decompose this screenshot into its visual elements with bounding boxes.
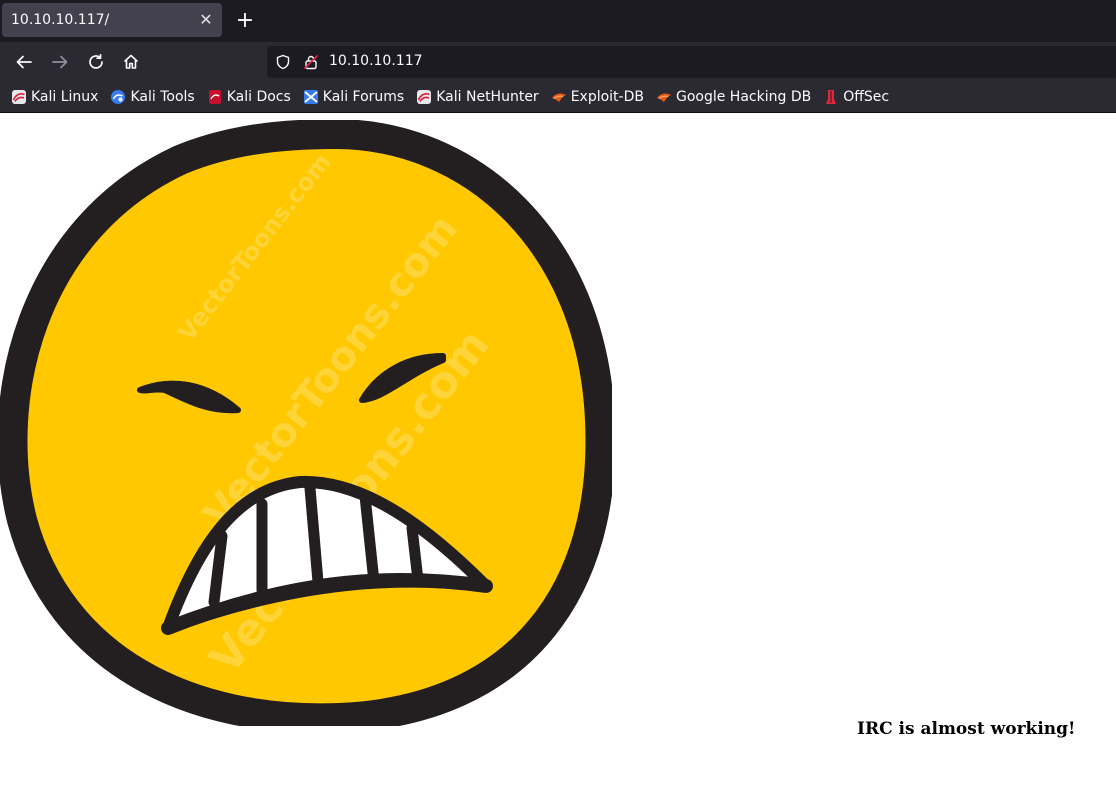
bookmark-label: Exploit-DB [570, 89, 644, 105]
bookmark-label: Kali Forums [322, 89, 405, 105]
close-icon[interactable]: ✕ [196, 10, 216, 30]
bookmark-kali-tools[interactable]: Kali Tools [110, 89, 195, 105]
tab-active[interactable]: 10.10.10.117/ ✕ [2, 3, 222, 37]
bookmark-kali-linux[interactable]: Kali Linux [11, 89, 98, 105]
bookmark-label: Kali NetHunter [436, 89, 539, 105]
kali-icon [417, 90, 432, 104]
bookmark-kali-forums[interactable]: Kali Forums [303, 89, 404, 105]
bookmark-kali-nethunter[interactable]: Kali NetHunter [416, 89, 539, 105]
bookmark-google-hacking-db[interactable]: Google Hacking DB [656, 89, 811, 105]
exploit-db-icon [656, 93, 671, 102]
shield-icon[interactable] [275, 54, 291, 70]
kali-tools-icon [111, 90, 126, 104]
url-bar[interactable]: 10.10.10.117 [267, 46, 1116, 78]
bookmark-label: Kali Tools [130, 89, 195, 105]
offsec-icon [826, 90, 837, 104]
insecure-lock-icon[interactable] [303, 54, 319, 70]
reload-icon[interactable] [82, 48, 110, 76]
exploit-db-icon [551, 93, 566, 102]
bookmark-label: Kali Linux [31, 89, 99, 105]
forward-arrow-icon[interactable] [46, 48, 74, 76]
bookmark-kali-docs[interactable]: Kali Docs [207, 89, 291, 105]
bookmark-label: OffSec [843, 89, 890, 105]
bookmark-label: Google Hacking DB [675, 89, 812, 105]
status-message: IRC is almost working! [857, 719, 1076, 739]
kali-docs-icon [208, 90, 221, 104]
kali-icon [12, 90, 26, 104]
plus-icon[interactable]: + [232, 8, 258, 34]
bookmarks-toolbar: Kali Linux Kali Tools Kali Docs Kali For… [0, 82, 1116, 113]
home-icon[interactable] [117, 48, 145, 76]
url-text[interactable]: 10.10.10.117 [329, 53, 423, 69]
tab-title: 10.10.10.117/ [11, 12, 110, 28]
bookmark-label: Kali Docs [226, 89, 291, 105]
navigation-toolbar: 10.10.10.117 [0, 42, 1116, 82]
bookmark-offsec[interactable]: OffSec [823, 89, 889, 105]
kali-forums-icon [303, 90, 318, 104]
back-arrow-icon[interactable] [10, 48, 38, 76]
angry-face-image: VectorToons.com VectorToons.com VectorTo… [0, 120, 612, 726]
bookmark-exploit-db[interactable]: Exploit-DB [551, 89, 644, 105]
page-content: VectorToons.com VectorToons.com VectorTo… [0, 114, 1116, 790]
tab-strip: 10.10.10.117/ ✕ + [0, 0, 1116, 42]
